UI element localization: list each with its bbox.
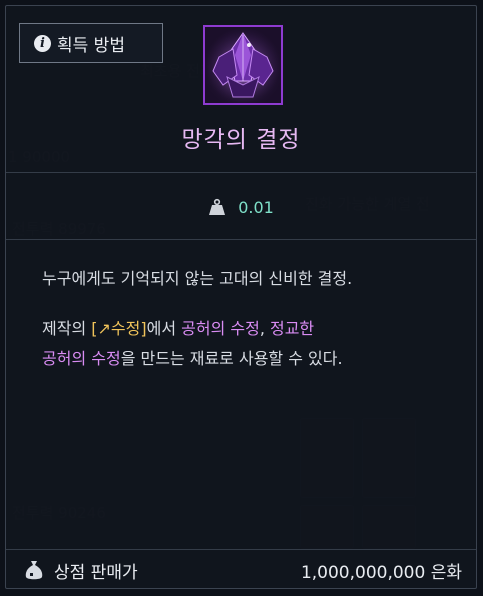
description-line: 누구에게도 기억되지 않는 고대의 신비한 결정. bbox=[42, 269, 353, 288]
void-crystal-highlight: 공허의 수정 bbox=[181, 319, 260, 338]
crystal-item-icon bbox=[203, 25, 283, 105]
item-name: 망각의 결정 bbox=[181, 127, 301, 153]
info-icon: i bbox=[34, 34, 51, 52]
desc-text: , bbox=[259, 319, 270, 338]
acquisition-method-label: 획득 방법 bbox=[57, 35, 125, 56]
divider bbox=[6, 239, 476, 240]
refined-void-crystal-highlight: 공허의 수정 bbox=[42, 349, 121, 368]
desc-text: 을 만드는 재료로 사용할 수 있다. bbox=[120, 349, 343, 368]
shop-price-label: 상점 판매가 bbox=[54, 562, 138, 583]
item-tooltip: i 획득 방법 망각의 결정 0.01 누구에게도 기억되지 않는 고대의 신비… bbox=[5, 5, 477, 589]
divider bbox=[6, 549, 476, 550]
weight-icon bbox=[209, 198, 226, 215]
desc-text: 제작의 bbox=[42, 319, 92, 338]
crafting-description: 제작의 [↗수정]에서 공허의 수정, 정교한 공허의 수정을 만드는 재료로 사… bbox=[42, 314, 452, 374]
desc-text: 에서 bbox=[146, 319, 182, 338]
acquisition-method-button[interactable]: i 획득 방법 bbox=[19, 23, 163, 63]
divider bbox=[6, 172, 476, 173]
shop-price-value: 1,000,000,000 은화 bbox=[300, 562, 462, 583]
shop-price-row: 상점 판매가 1,000,000,000 은화 bbox=[6, 551, 476, 589]
refined-void-crystal-highlight: 정교한 bbox=[269, 319, 315, 338]
money-bag-icon bbox=[25, 561, 43, 580]
craft-crystal-link[interactable]: [↗수정] bbox=[91, 319, 146, 338]
weight-value: 0.01 bbox=[238, 197, 274, 217]
item-description: 누구에게도 기억되지 않는 고대의 신비한 결정. 제작의 [↗수정]에서 공허… bbox=[42, 264, 452, 374]
weight-row: 0.01 bbox=[6, 192, 476, 222]
